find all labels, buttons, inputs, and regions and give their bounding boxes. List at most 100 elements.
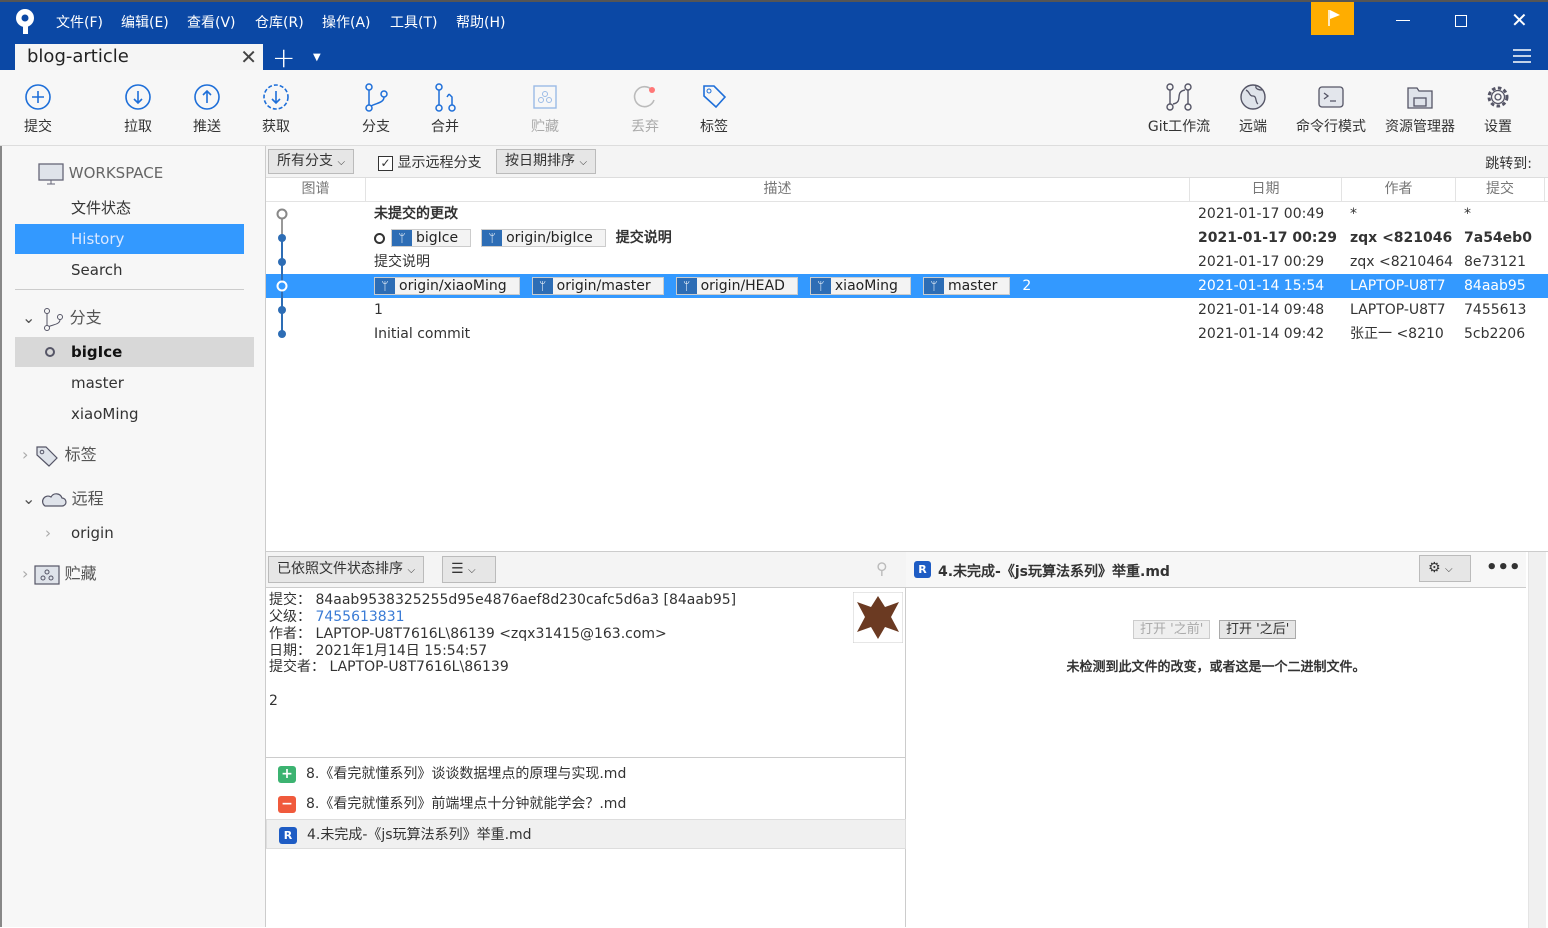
branch-filter-dropdown[interactable]: 所有分支 ⌵: [268, 149, 355, 174]
file-list-item[interactable]: −8.《看完就懂系列》前端埋点十分钟就能学会？.md: [266, 789, 906, 819]
view-mode-dropdown[interactable]: ☰ ⌵: [442, 556, 496, 583]
explorer-button[interactable]: 资源管理器: [1378, 82, 1462, 136]
diff-settings-dropdown[interactable]: ⚙ ⌵: [1419, 555, 1471, 582]
column-graph[interactable]: 图谱: [266, 178, 366, 202]
menu-edit[interactable]: 编辑(E): [121, 12, 169, 32]
close-tab-icon[interactable]: ✕: [240, 45, 257, 69]
flag-button[interactable]: [1311, 2, 1354, 35]
close-window-button[interactable]: ✕: [1511, 8, 1528, 32]
sidebar-stashes-header[interactable]: › 贮藏: [22, 559, 97, 589]
tab-blog-article[interactable]: blog-article ✕: [15, 44, 263, 72]
fetch-button[interactable]: 获取: [241, 82, 311, 136]
graph-node: [278, 258, 286, 266]
scrollbar[interactable]: [1528, 552, 1546, 928]
commit-row[interactable]: Initial commit 2021-01-14 09:42 张正一 <821…: [266, 322, 1548, 346]
branch-icon: [43, 307, 63, 331]
sidebar-remote-origin[interactable]: › origin: [15, 518, 244, 548]
commit-row[interactable]: 1 2021-01-14 09:48 LAPTOP-U8T7 7455613: [266, 298, 1548, 322]
file-sort-dropdown[interactable]: 已依照文件状态排序 ⌵: [268, 556, 425, 583]
sidebar-branch-master[interactable]: master: [15, 368, 244, 398]
sidebar-item-history[interactable]: History: [15, 224, 244, 254]
branch-icon: ᛘ: [482, 230, 503, 246]
branch-tag[interactable]: ᛘ xiaoMing: [809, 277, 911, 295]
graph-node: [278, 330, 286, 338]
diff-header: R 4.未完成-《js玩算法系列》举重.md ⚙ ⌵ •••: [906, 552, 1526, 588]
sidebar-tags-header[interactable]: › 标签: [22, 440, 97, 470]
menu-view[interactable]: 查看(V): [187, 12, 236, 32]
file-renamed-icon: R: [279, 827, 297, 844]
current-branch-icon: [45, 347, 55, 357]
menu-actions[interactable]: 操作(A): [322, 12, 371, 32]
settings-button[interactable]: 设置: [1463, 82, 1533, 136]
discard-button[interactable]: 丢弃: [610, 82, 680, 136]
file-list-item-selected[interactable]: R 4.未完成-《js玩算法系列》举重.md: [266, 819, 906, 849]
graph-node: [278, 234, 286, 242]
branch-tag[interactable]: ᛘ origin/xiaoMing: [374, 277, 520, 295]
column-date[interactable]: 日期: [1190, 178, 1342, 202]
branch-tag[interactable]: ᛘ origin/HEAD: [675, 277, 798, 295]
sourcetree-logo-icon: [16, 9, 34, 34]
open-before-button[interactable]: 打开 '之前': [1133, 620, 1211, 639]
globe-icon: [1240, 84, 1266, 110]
branch-button[interactable]: 分支: [341, 82, 411, 136]
sort-dropdown[interactable]: 按日期排序 ⌵: [496, 149, 597, 174]
commit-row-selected[interactable]: ᛘ origin/xiaoMing ᛘ origin/master ᛘ origin/HE…: [266, 274, 1548, 298]
commit-table-header: 图谱 描述 日期 作者 提交: [266, 178, 1548, 202]
menu-tools[interactable]: 工具(T): [390, 12, 437, 32]
push-button[interactable]: 推送: [172, 82, 242, 136]
sidebar-item-search[interactable]: Search: [15, 255, 244, 285]
column-author[interactable]: 作者: [1342, 178, 1456, 202]
file-renamed-icon: R: [914, 561, 931, 578]
maximize-button[interactable]: [1455, 15, 1467, 27]
merge-button[interactable]: 合并: [410, 82, 480, 136]
search-icon[interactable]: ⚲: [876, 559, 888, 578]
sidebar-branch-bigice[interactable]: bigIce: [15, 337, 254, 367]
more-options-icon[interactable]: •••: [1486, 557, 1521, 578]
sidebar-item-file-status[interactable]: 文件状态: [15, 193, 244, 223]
branch-tag[interactable]: ᛘ origin/master: [531, 277, 664, 295]
commit-row[interactable]: ᛘ bigIce ᛘ origin/bigIce 提交说明 2021-01-17 00:…: [266, 226, 1548, 250]
open-after-button[interactable]: 打开 '之后': [1219, 620, 1297, 639]
sidebar-branch-xiaoming[interactable]: xiaoMing: [15, 399, 244, 429]
fetch-icon: [263, 84, 289, 110]
chevron-down-icon: ⌄: [22, 489, 36, 508]
git-flow-button[interactable]: Git工作流: [1136, 82, 1222, 136]
graph-node: [278, 306, 286, 314]
show-remote-branches-checkbox[interactable]: ✓ 显示远程分支: [378, 152, 481, 172]
avatar: [853, 592, 903, 643]
terminal-button[interactable]: 命令行模式: [1290, 82, 1372, 136]
column-description[interactable]: 描述: [366, 178, 1190, 202]
branch-tag[interactable]: ᛘ origin/bigIce: [481, 229, 606, 247]
branch-tag[interactable]: ᛘ bigIce: [391, 229, 472, 247]
stash-button[interactable]: 贮藏: [510, 82, 580, 136]
pull-button[interactable]: 拉取: [103, 82, 173, 136]
tab-dropdown-button[interactable]: ▼: [313, 52, 321, 63]
sidebar-branches-header[interactable]: ⌄ 分支: [22, 303, 102, 333]
commit-row[interactable]: 未提交的更改 2021-01-17 00:49 * *: [266, 202, 1548, 226]
menu-file[interactable]: 文件(F): [56, 12, 103, 32]
chevron-down-icon: ⌵: [1445, 564, 1453, 575]
flag-icon: [1328, 10, 1340, 26]
commit-button[interactable]: 提交: [3, 82, 73, 136]
file-added-icon: +: [278, 766, 296, 783]
commit-row[interactable]: 提交说明 2021-01-17 00:29 zqx <8210464 8e731…: [266, 250, 1548, 274]
menu-help[interactable]: 帮助(H): [456, 12, 505, 32]
branch-icon: ᛘ: [676, 278, 697, 294]
head-indicator-icon: [374, 232, 385, 244]
minimize-button[interactable]: [1396, 20, 1410, 21]
terminal-icon: [1318, 86, 1344, 108]
sidebar-remotes-header[interactable]: ⌄ 远程: [22, 484, 104, 514]
branch-icon: ᛘ: [375, 278, 395, 294]
discard-icon: [633, 85, 655, 108]
branch-tag[interactable]: ᛘ master: [922, 277, 1011, 295]
tag-button[interactable]: 标签: [679, 82, 749, 136]
column-commit[interactable]: 提交: [1456, 178, 1545, 202]
commit-graph: [276, 208, 288, 338]
remote-button[interactable]: 远端: [1218, 82, 1288, 136]
monitor-icon: [38, 162, 64, 184]
history-filter-bar: 所有分支 ⌵ ✓ 显示远程分支 按日期排序 ⌵ 跳转到:: [266, 146, 1548, 178]
hamburger-menu-icon[interactable]: [1512, 48, 1532, 64]
menu-repository[interactable]: 仓库(R): [255, 12, 304, 32]
file-list-item[interactable]: +8.《看完就懂系列》谈谈数据埋点的原理与实现.md: [266, 759, 906, 789]
parent-link[interactable]: 7455613831: [315, 609, 404, 625]
